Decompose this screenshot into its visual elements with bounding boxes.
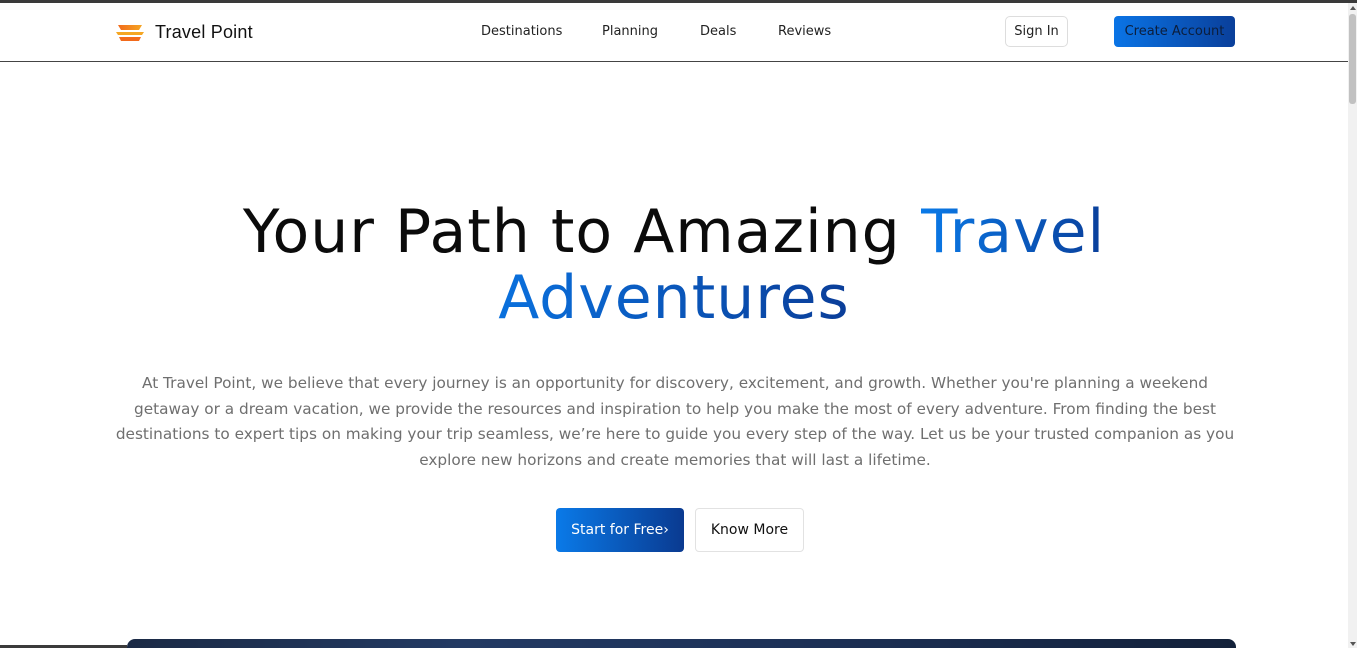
- nav-item-planning[interactable]: Planning: [602, 24, 658, 39]
- site-header: Travel Point Destinations Planning Deals…: [0, 3, 1348, 62]
- hero-title: Your Path to Amazing Travel Adventures: [0, 199, 1348, 331]
- know-more-button[interactable]: Know More: [695, 508, 804, 552]
- nav-item-deals[interactable]: Deals: [700, 24, 736, 39]
- vertical-scrollbar[interactable]: [1348, 3, 1357, 648]
- scroll-thumb[interactable]: [1349, 14, 1356, 104]
- nav-item-reviews[interactable]: Reviews: [778, 24, 831, 39]
- page: Travel Point Destinations Planning Deals…: [0, 3, 1348, 648]
- nav-item-destinations[interactable]: Destinations: [481, 24, 562, 39]
- hero-image: [127, 639, 1236, 648]
- hero-title-part1: Your Path to Amazing: [242, 197, 921, 267]
- scroll-down-icon[interactable]: [1348, 639, 1357, 648]
- hero-title-line2: Adventures: [474, 265, 874, 331]
- hero-description: At Travel Point, we believe that every j…: [115, 374, 1235, 469]
- sign-in-button[interactable]: Sign In: [1005, 16, 1068, 47]
- hero-title-accent: Travel: [920, 197, 1106, 267]
- scroll-up-icon[interactable]: [1348, 3, 1357, 12]
- start-for-free-button[interactable]: Start for Free›: [556, 508, 684, 552]
- create-account-button[interactable]: Create Account: [1114, 16, 1235, 47]
